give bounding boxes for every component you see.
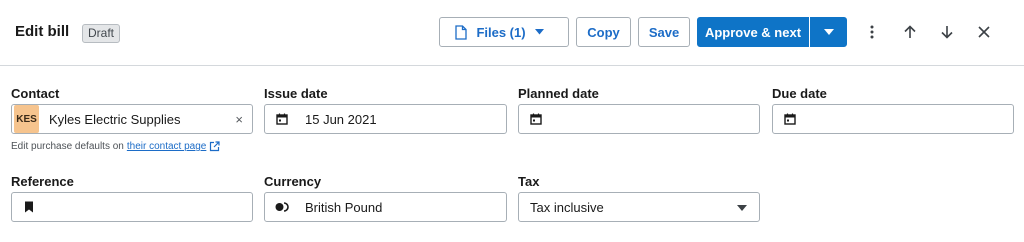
page-title: Edit bill [15,23,70,40]
helper-text: Edit purchase defaults on [11,141,124,152]
calendar-icon [529,112,543,126]
tax-select[interactable]: Tax inclusive [518,192,760,222]
previous-button[interactable] [900,22,920,42]
next-button[interactable] [937,22,957,42]
approve-next-button[interactable]: Approve & next [697,17,809,47]
contact-label: Contact [11,86,60,101]
issue-date-field[interactable]: 15 Jun 2021 [264,104,507,134]
issue-date-label: Issue date [264,86,328,101]
approve-options-button[interactable] [810,17,847,47]
caret-down-icon [534,29,544,35]
issue-date-value: 15 Jun 2021 [305,111,377,127]
files-button[interactable]: Files (1) [439,17,569,47]
arrow-up-icon [904,25,916,38]
contact-avatar: KES [14,105,39,133]
close-button[interactable] [974,22,994,42]
clear-contact-button[interactable]: × [235,112,243,127]
files-label: Files (1) [476,24,526,40]
more-options-button[interactable] [862,22,882,42]
status-badge: Draft [82,24,121,43]
caret-down-icon [737,205,747,211]
currency-icon [275,200,289,214]
more-vertical-icon [870,25,874,39]
calendar-icon [275,112,289,126]
currency-label: Currency [264,174,322,189]
arrow-down-icon [941,26,953,39]
bookmark-icon [22,200,36,214]
save-button[interactable]: Save [638,17,690,47]
contact-field[interactable]: KES Kyles Electric Supplies × [11,104,253,134]
calendar-icon [783,112,797,126]
external-link-icon [210,141,220,152]
caret-down-icon [823,29,834,35]
due-date-label: Due date [772,86,827,101]
reference-label: Reference [11,174,74,189]
contact-value: Kyles Electric Supplies [49,111,181,127]
tax-value: Tax inclusive [530,199,604,215]
copy-button[interactable]: Copy [576,17,631,47]
currency-value: British Pound [305,199,383,215]
page-header: Edit bill Draft Files (1) Copy Save Appr… [0,0,1024,66]
due-date-field[interactable] [772,104,1014,134]
close-icon [978,26,990,38]
planned-date-field[interactable] [518,104,760,134]
contact-page-link[interactable]: their contact page [127,141,207,152]
planned-date-label: Planned date [518,86,599,101]
document-icon [455,24,468,40]
contact-helper-text: Edit purchase defaults on their contact … [11,141,220,152]
tax-label: Tax [518,174,540,189]
currency-field[interactable]: British Pound [264,192,507,222]
reference-field[interactable] [11,192,253,222]
